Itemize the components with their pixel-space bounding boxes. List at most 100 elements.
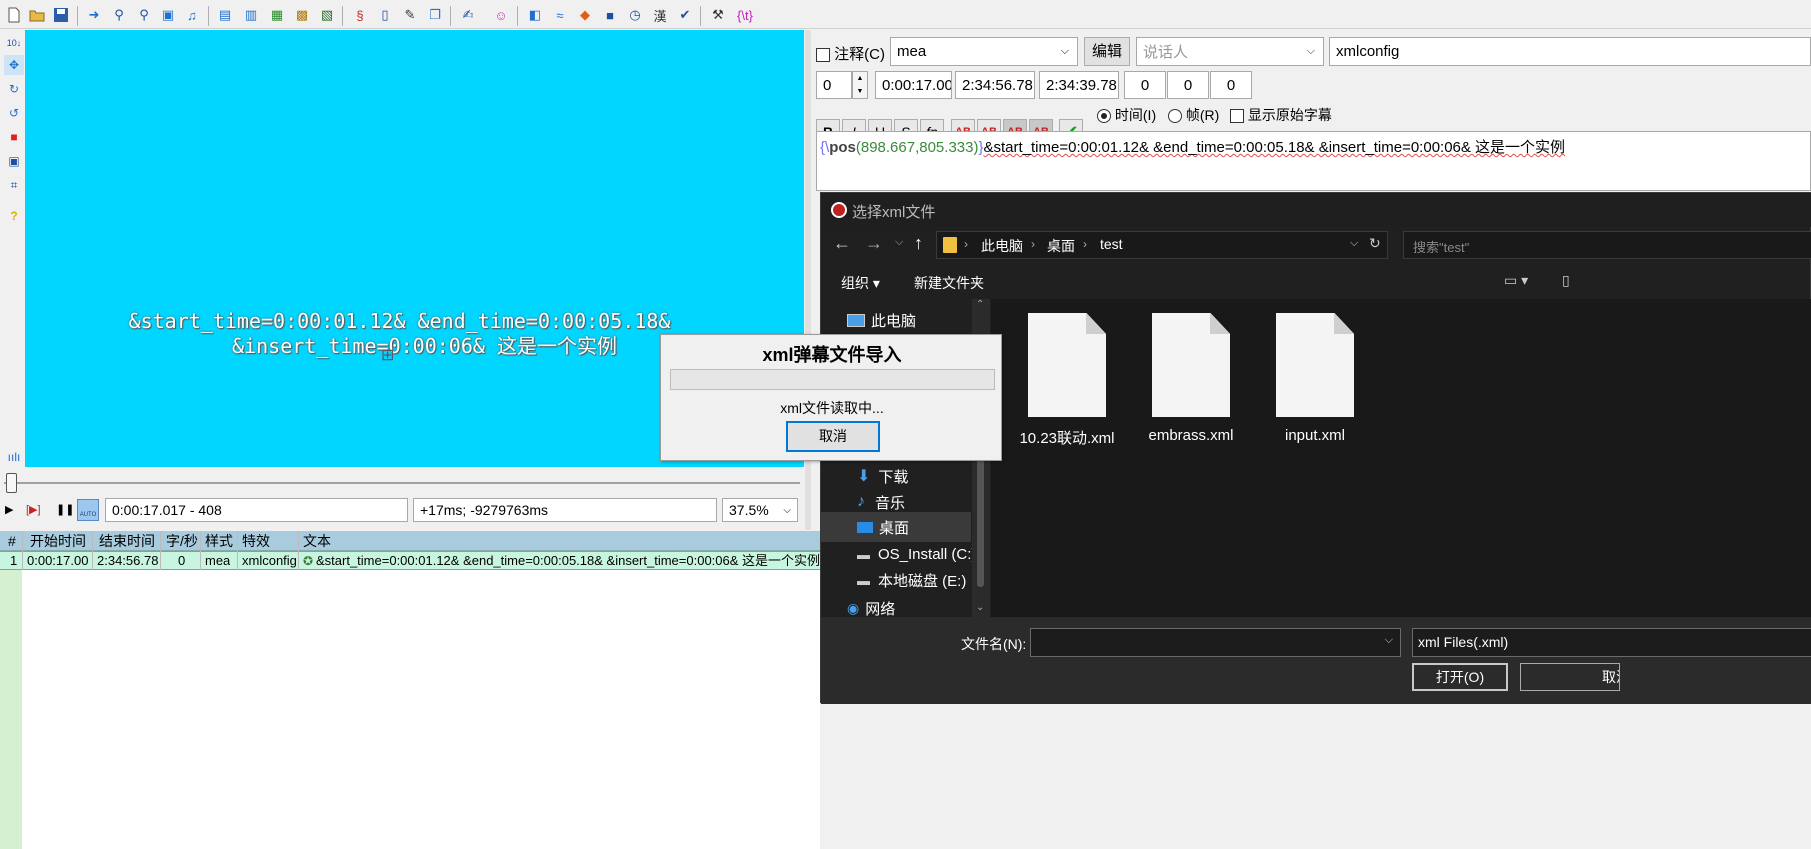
col-header-cps[interactable]: 字/秒 — [166, 530, 198, 552]
frame-icon[interactable]: ▧ — [316, 4, 338, 26]
layer-spinner[interactable]: ▲ ▼ — [852, 71, 868, 99]
breadcrumb-item[interactable]: test — [1100, 236, 1123, 252]
comment-checkbox-box[interactable] — [816, 48, 830, 63]
margin-right-field[interactable]: 0 — [1167, 71, 1209, 99]
col-header-end[interactable]: 结束时间 — [99, 530, 155, 552]
face-icon[interactable]: ☺ — [490, 4, 512, 26]
duration-field[interactable]: 2:34:39.78 — [1039, 71, 1119, 99]
col-header-text[interactable]: 文本 — [303, 530, 331, 552]
preview-pane-icon[interactable]: ▯ — [1562, 272, 1570, 289]
clip-icon[interactable]: ▣ — [4, 151, 24, 171]
comment-checkbox[interactable]: 注释(C) — [816, 43, 885, 64]
file-item[interactable]: input.xml — [1255, 313, 1375, 444]
timer-icon[interactable]: ◷ — [624, 4, 646, 26]
tag-button[interactable]: {\t} — [732, 4, 758, 26]
actor-select[interactable]: 说话人 ⌵ — [1136, 37, 1324, 66]
search-field[interactable]: 搜索"test" — [1403, 231, 1811, 259]
progress-cancel-button[interactable]: 取消 — [786, 421, 880, 452]
check-icon[interactable]: ✔ — [674, 4, 696, 26]
script-icon[interactable]: § — [349, 4, 371, 26]
organize-menu[interactable]: 组织 ▾ — [841, 273, 880, 293]
col-header-effect[interactable]: 特效 — [242, 530, 270, 552]
pause-button[interactable]: ❚❚ — [56, 500, 74, 520]
fish-icon[interactable]: ◆ — [574, 4, 596, 26]
file-item[interactable]: 10.23联动.xml — [1007, 313, 1127, 448]
rotate-z-icon[interactable]: ↻ — [4, 79, 24, 99]
properties-icon[interactable]: ▥ — [240, 4, 262, 26]
video-icon[interactable]: ▣ — [157, 4, 179, 26]
style-select[interactable]: mea ⌵ — [890, 37, 1078, 66]
back-arrow-icon[interactable]: ← — [833, 233, 851, 254]
kanji-icon[interactable]: 漢 — [649, 4, 671, 26]
margin-vertical-field[interactable]: 0 — [1210, 71, 1252, 99]
film-strip-icon[interactable]: ▩ — [291, 4, 313, 26]
jump-icon[interactable]: ➜ — [83, 4, 105, 26]
marker-icon[interactable]: ◧ — [524, 4, 546, 26]
new-folder-button[interactable]: 新建文件夹 — [914, 273, 984, 293]
open-button[interactable]: 打开(O) — [1412, 663, 1508, 691]
pencil-icon[interactable]: ✎ — [399, 4, 421, 26]
notes-icon[interactable]: ▯ — [374, 4, 396, 26]
show-original-box[interactable] — [1230, 109, 1244, 124]
forward-arrow-icon[interactable]: → — [865, 233, 883, 254]
time-display[interactable]: 0:00:17.017 - 408 — [105, 498, 408, 522]
ruler-icon[interactable]: 10↓ — [4, 33, 24, 53]
open-folder-icon[interactable] — [26, 4, 48, 26]
file-type-select[interactable]: xml Files(.xml) — [1412, 628, 1811, 657]
breadcrumb-item[interactable]: 桌面 — [1047, 236, 1075, 256]
offset-display[interactable]: +17ms; -9279763ms — [413, 498, 717, 522]
audio-icon[interactable]: ♫ — [181, 4, 203, 26]
seek-bar[interactable] — [4, 482, 800, 484]
zoom-out-icon[interactable]: ⚲ — [133, 4, 155, 26]
help-icon[interactable]: ? — [4, 206, 24, 226]
spellcheck-icon[interactable]: ✍ — [457, 4, 479, 26]
time-radio[interactable]: 时间(I) — [1097, 105, 1156, 125]
tools-icon[interactable]: ⚒ — [707, 4, 729, 26]
effect-field[interactable]: xmlconfig — [1329, 37, 1811, 66]
table-row[interactable]: 1 0:00:17.00 2:34:56.78 0 mea xmlconfig … — [0, 551, 820, 570]
dialog-cancel-button[interactable]: 取消 — [1520, 663, 1620, 691]
play-line-button[interactable]: [▶] — [26, 500, 48, 520]
styles-icon[interactable]: ▤ — [214, 4, 236, 26]
breadcrumb-item[interactable]: 此电脑 — [981, 236, 1023, 256]
rotate-xy-icon[interactable]: ↺ — [4, 103, 24, 123]
scroll-down-icon[interactable]: ⌄ — [976, 602, 984, 613]
play-button[interactable]: ▶ — [5, 500, 19, 520]
save-icon[interactable] — [50, 4, 72, 26]
film-icon[interactable]: ▦ — [266, 4, 288, 26]
end-time-field[interactable]: 2:34:56.78 — [955, 71, 1035, 99]
layer-field[interactable]: 0 — [816, 71, 852, 99]
start-time-field[interactable]: 0:00:17.00 — [875, 71, 952, 99]
scroll-up-icon[interactable]: ⌃ — [976, 299, 984, 310]
col-header-num[interactable]: # — [8, 530, 16, 552]
show-original-checkbox[interactable]: 显示原始字幕 — [1230, 105, 1332, 125]
refresh-icon[interactable]: ↻ — [1369, 235, 1381, 252]
new-file-icon[interactable] — [3, 4, 25, 26]
subtitle-text-editor[interactable]: {\pos(898.667,805.333)}&start_time=0:00:… — [816, 131, 1811, 191]
stop-icon[interactable]: ■ — [599, 4, 621, 26]
vector-clip-icon[interactable]: ⌗ — [4, 175, 24, 195]
time-radio-dot[interactable] — [1097, 109, 1111, 124]
scroll-thumb[interactable] — [977, 447, 984, 587]
up-arrow-icon[interactable]: ↑ — [914, 233, 923, 254]
move-icon[interactable]: ✥ — [4, 55, 24, 75]
frame-radio[interactable]: 帧(R) — [1168, 105, 1219, 125]
filename-input[interactable]: ⌵ — [1030, 628, 1401, 657]
scale-icon[interactable]: ■ — [4, 127, 24, 147]
audio-wave-icon[interactable]: ıılı — [4, 447, 24, 467]
file-item[interactable]: embrass.xml — [1131, 313, 1251, 444]
wave-icon[interactable]: ≈ — [549, 4, 571, 26]
zoom-select[interactable]: 37.5% ⌵ — [722, 498, 798, 522]
copy-icon[interactable]: ❐ — [424, 4, 446, 26]
view-menu-icon[interactable]: ▭ ▾ — [1504, 272, 1528, 289]
position-crosshair-icon[interactable]: ⊞ — [381, 348, 397, 364]
seek-handle[interactable] — [6, 473, 17, 493]
frame-radio-dot[interactable] — [1168, 109, 1182, 124]
nav-item-desktop[interactable]: 桌面 — [821, 512, 971, 542]
edit-style-button[interactable]: 编辑 — [1084, 37, 1130, 66]
auto-scroll-button[interactable]: AUTO — [77, 499, 99, 521]
col-header-start[interactable]: 开始时间 — [30, 530, 86, 552]
address-bar[interactable]: › 此电脑 › 桌面 › test ⌵ ↻ — [936, 231, 1388, 259]
margin-left-field[interactable]: 0 — [1124, 71, 1166, 99]
recent-chevron-icon[interactable]: ⌵ — [895, 236, 903, 249]
